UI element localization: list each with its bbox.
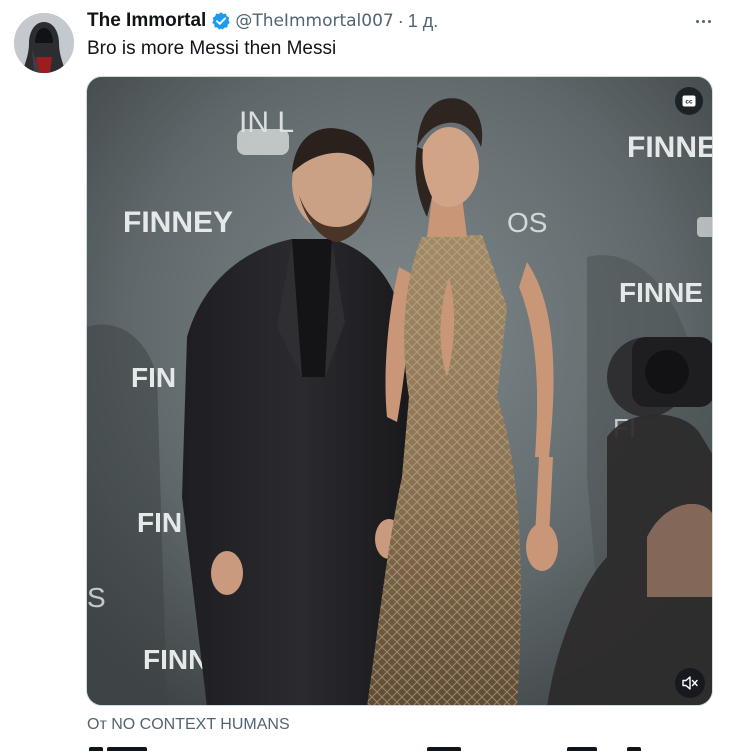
display-name[interactable]: The Immortal xyxy=(87,10,206,32)
backdrop-text-left: FINNEY xyxy=(123,206,233,239)
verified-badge-icon xyxy=(211,11,231,31)
more-options-button[interactable] xyxy=(690,11,716,31)
tweet-header: The Immortal @TheImmortal007 · 1 д. xyxy=(87,9,438,33)
video-player[interactable]: IN L FINNE FINNEY OS FINNE FIN FI FIN S … xyxy=(86,76,713,706)
backdrop-text-center: OS xyxy=(507,207,547,238)
more-dot-icon xyxy=(707,19,711,23)
backdrop-text-edge: S xyxy=(87,582,106,613)
timestamp[interactable]: 1 д. xyxy=(408,11,439,32)
captions-button[interactable]: cc xyxy=(675,87,703,115)
tweet-text: Bro is more Messi then Messi xyxy=(87,38,337,59)
backdrop-text-right-top: FINNE xyxy=(627,131,713,164)
backdrop-text-left-low: FIN xyxy=(137,507,182,538)
speaker-muted-icon xyxy=(682,676,698,690)
svg-text:cc: cc xyxy=(685,99,693,106)
separator-dot: · xyxy=(397,10,404,31)
video-frame: IN L FINNE FINNEY OS FINNE FIN FI FIN S … xyxy=(87,77,713,705)
backdrop-text-right-mid: FINNE xyxy=(619,277,703,308)
cc-icon: cc xyxy=(682,95,696,107)
mute-toggle-button[interactable] xyxy=(675,668,705,698)
attribution-prefix: От xyxy=(87,716,107,733)
attribution-source-link[interactable]: NO CONTEXT HUMANS xyxy=(111,716,289,733)
next-content-cropped xyxy=(87,744,647,751)
tweet[interactable]: The Immortal @TheImmortal007 · 1 д. Bro … xyxy=(0,0,730,751)
user-handle[interactable]: @TheImmortal007 xyxy=(235,11,393,31)
backdrop-text-left-mid: FIN xyxy=(131,362,176,393)
more-dot-icon xyxy=(695,19,699,23)
avatar[interactable] xyxy=(14,13,74,73)
media-attribution: От NO CONTEXT HUMANS xyxy=(87,716,290,734)
more-dot-icon xyxy=(701,19,705,23)
avatar-hooded-figure-image xyxy=(14,13,74,73)
